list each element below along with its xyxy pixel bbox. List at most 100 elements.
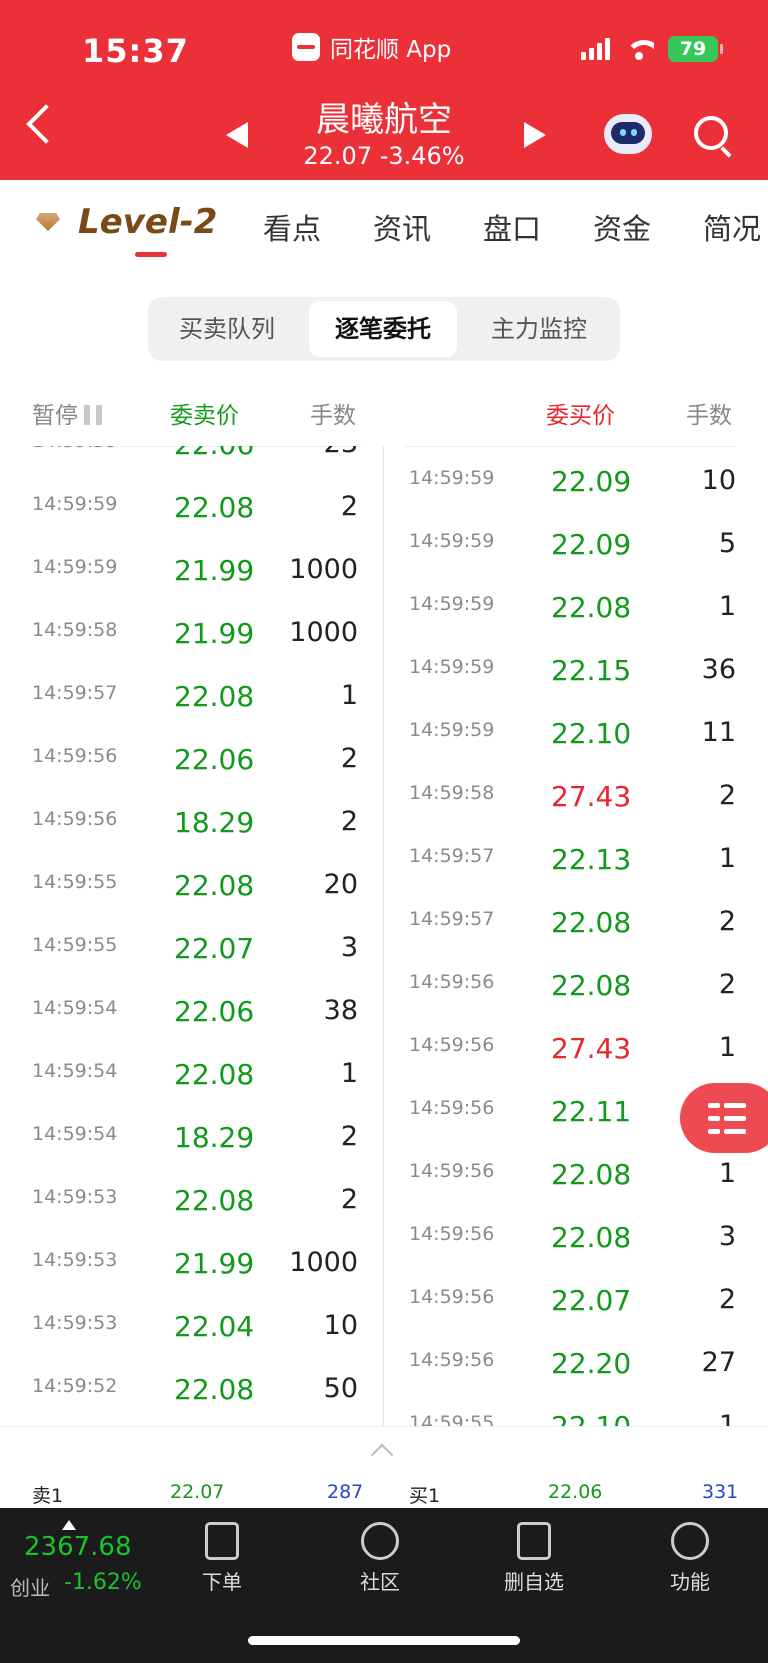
order-time: 14:59:54	[32, 1123, 118, 1145]
order-price: 22.08	[174, 1184, 255, 1217]
order-row: 14:59:54 22.08 1	[32, 1058, 362, 1121]
order-row: 14:59:52 22.08 50	[32, 1373, 362, 1426]
order-price: 22.13	[551, 843, 632, 876]
order-row: 14:59:53 21.99 1000	[32, 1247, 362, 1310]
order-time: 14:59:56	[409, 1349, 495, 1371]
order-time: 14:59:58	[409, 782, 495, 804]
pause-icon	[84, 405, 102, 425]
index-name: 创业	[10, 1576, 50, 1600]
order-qty: 36	[701, 654, 736, 685]
tab-jiankuang[interactable]: 简况	[703, 206, 761, 248]
order-qty: 1	[340, 1058, 358, 1089]
order-time: 14:59:57	[409, 908, 495, 930]
order-time: 14:59:59	[409, 656, 495, 678]
order-price: 22.06	[174, 446, 254, 461]
order-price: 21.99	[174, 1247, 255, 1280]
order-price: 18.29	[174, 1121, 255, 1154]
sell-price-header: 委卖价	[170, 403, 239, 429]
order-price: 22.10	[551, 1410, 631, 1426]
order-price: 22.08	[174, 869, 255, 902]
order-time: 14:59:53	[32, 1249, 118, 1271]
index-change: -1.62%	[64, 1570, 142, 1595]
status-app-indicator[interactable]: 同花顺 App	[292, 30, 451, 64]
order-row: 14:59:53 22.04 10	[32, 1310, 362, 1373]
order-price: 21.99	[174, 617, 255, 650]
pause-button[interactable]: 暂停	[32, 396, 102, 430]
tab-pankou[interactable]: 盘口	[483, 206, 541, 248]
order-row: 14:59:55 22.07 3	[32, 932, 362, 995]
order-qty: 2	[340, 743, 358, 774]
order-time: 14:59:54	[32, 997, 118, 1019]
order-qty: 5	[718, 528, 736, 559]
order-qty: 2	[340, 806, 358, 837]
order-time: 14:59:59	[409, 719, 495, 741]
order-price: 22.20	[551, 1347, 632, 1380]
buy1-label: 买1	[409, 1485, 441, 1507]
order-qty: 2	[718, 780, 736, 811]
buy-order-list[interactable]: 14:59:59 22.09 10 14:59:59 22.09 5 14:59:59 22.…	[409, 446, 736, 1426]
robot-assistant-icon[interactable]	[604, 114, 652, 154]
order-row: 14:59:55 22.10 1	[409, 1410, 736, 1426]
order-time: 14:59:55	[32, 871, 118, 893]
community-button[interactable]: 社区	[320, 1522, 440, 1595]
order-row: 14:59:58 27.43 2	[409, 780, 736, 843]
stock-name: 晨曦航空	[316, 100, 452, 140]
order-row: 14:59:56 22.20 27	[409, 1347, 736, 1410]
order-row: 14:59:56 22.06 2	[32, 743, 362, 806]
order-time: 14:59:56	[409, 1097, 495, 1119]
star-badge-icon	[361, 1522, 399, 1560]
order-price: 22.08	[551, 1158, 632, 1191]
tab-zixun[interactable]: 资讯	[373, 206, 431, 248]
order-time: 14:59:54	[32, 1060, 118, 1082]
next-stock-icon[interactable]	[524, 122, 546, 148]
order-time: 14:59:56	[409, 1160, 495, 1182]
order-qty: 2	[718, 1284, 736, 1315]
tab-kandian[interactable]: 看点	[263, 206, 321, 248]
segment-tick-orders[interactable]: 逐笔委托	[309, 301, 457, 357]
order-row: 14:59:56 22.08 3	[409, 1221, 736, 1284]
buy1-price: 22.06	[548, 1481, 603, 1503]
order-price: 22.06	[174, 743, 255, 776]
order-row: 14:59:59 22.09 5	[409, 528, 736, 591]
functions-button[interactable]: 功能	[630, 1522, 750, 1595]
order-qty: 2	[340, 1121, 358, 1152]
order-time: 14:59:59	[409, 530, 495, 552]
order-button[interactable]: 下单	[162, 1522, 282, 1595]
order-qty: 27	[701, 1347, 736, 1378]
order-qty: 1	[718, 1410, 736, 1426]
search-icon[interactable]	[694, 116, 728, 150]
tab-zijin[interactable]: 资金	[593, 206, 651, 248]
order-qty: 23	[324, 446, 358, 459]
index-expand-icon[interactable]	[62, 1520, 76, 1530]
sell-order-list[interactable]: 14:59:5922.062314:59:5922.08214:59:5921.…	[32, 446, 362, 1426]
list-menu-button[interactable]	[680, 1083, 768, 1153]
order-qty: 1	[718, 1032, 736, 1063]
order-time: 14:59:56	[409, 1223, 495, 1245]
order-time: 14:59:59	[409, 467, 495, 489]
order-price: 22.08	[174, 680, 255, 713]
sell-qty-header: 手数	[310, 403, 356, 429]
order-row: 14:59:53 22.08 2	[32, 1184, 362, 1247]
tab-level2[interactable]: Level-2	[36, 202, 217, 242]
order-time: 14:59:59	[409, 593, 495, 615]
order-row: 14:59:59 22.08 1	[409, 591, 736, 654]
order-row: 14:59:56 27.43 1	[409, 1032, 736, 1095]
order-row: 14:59:57 22.08 1	[32, 680, 362, 743]
segment-queue[interactable]: 买卖队列	[152, 301, 302, 357]
order-row: 14:59:59 22.06 23	[32, 446, 362, 491]
order-time: 14:59:57	[32, 682, 118, 704]
tab-active-indicator	[135, 252, 167, 257]
order-qty: 1	[340, 680, 358, 711]
header: 15:37 同花顺 App 79 晨曦航空 22.07 -3.46%	[0, 0, 768, 180]
minus-box-icon	[517, 1522, 551, 1560]
order-qty: 2	[718, 906, 736, 937]
remove-watchlist-button[interactable]: 删自选	[474, 1522, 594, 1595]
index-value[interactable]: 2367.68	[24, 1532, 132, 1562]
order-qty: 1	[718, 843, 736, 874]
order-time: 14:59:53	[32, 1312, 118, 1334]
chevron-up-icon[interactable]	[370, 1443, 394, 1467]
order-qty: 11	[701, 717, 736, 748]
order-time: 14:59:56	[409, 1034, 495, 1056]
order-row: 14:59:59 22.09 10	[409, 465, 736, 528]
segment-main-monitor[interactable]: 主力监控	[462, 301, 616, 357]
